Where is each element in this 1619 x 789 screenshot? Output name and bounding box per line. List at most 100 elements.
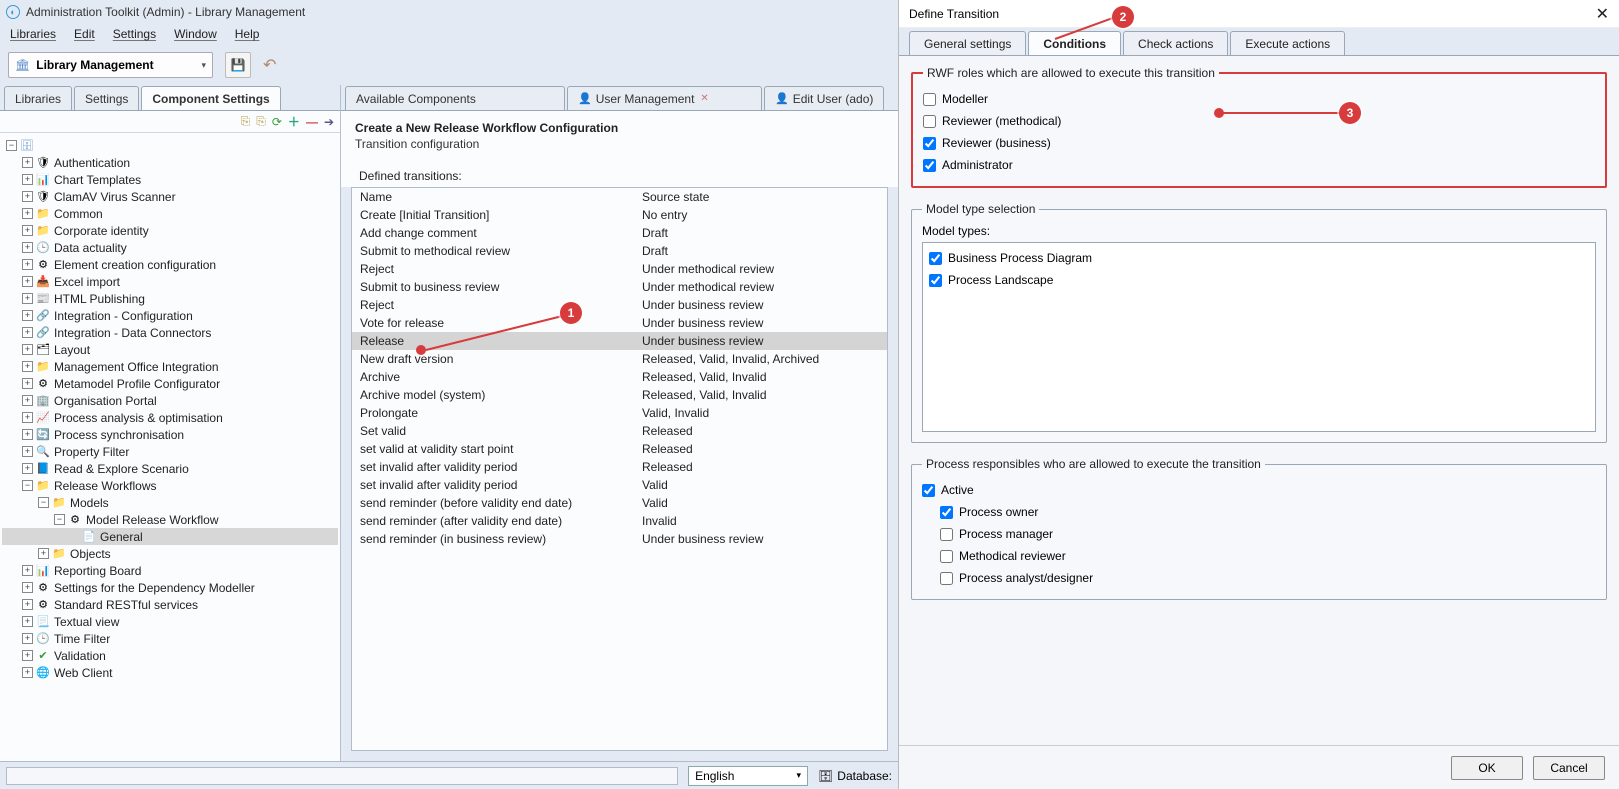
tree-item[interactable]: +Reporting Board <box>2 562 338 579</box>
tree-item[interactable]: +Excel import <box>2 273 338 290</box>
tree-item[interactable]: +Metamodel Profile Configurator <box>2 375 338 392</box>
tree-item[interactable]: General <box>2 528 338 545</box>
tab-settings[interactable]: Settings <box>74 86 139 110</box>
expander-icon[interactable]: + <box>22 293 33 304</box>
menu-window[interactable]: Window <box>174 27 217 41</box>
tree-item[interactable]: +Standard RESTful services <box>2 596 338 613</box>
tree-item[interactable]: +Common <box>2 205 338 222</box>
expander-icon[interactable]: − <box>54 514 65 525</box>
tree-item[interactable]: +Integration - Configuration <box>2 307 338 324</box>
menu-edit[interactable]: Edit <box>74 27 95 41</box>
settings-tree[interactable]: − 🗄 +Authentication+Chart Templates+Clam… <box>0 133 340 761</box>
expander-icon[interactable]: + <box>22 565 33 576</box>
table-row[interactable]: Add change commentDraft <box>352 224 887 242</box>
expander-icon[interactable]: + <box>22 429 33 440</box>
expander-icon[interactable]: + <box>22 412 33 423</box>
expander-icon[interactable]: + <box>22 599 33 610</box>
undo-button[interactable]: ↶ <box>263 55 276 75</box>
table-row[interactable]: Create [Initial Transition]No entry <box>352 206 887 224</box>
expander-icon[interactable]: + <box>22 242 33 253</box>
tab-available-components[interactable]: Available Components <box>345 86 565 110</box>
tree-item[interactable]: −Model Release Workflow <box>2 511 338 528</box>
chk-process-manager[interactable]: Process manager <box>940 523 1596 545</box>
library-dropdown[interactable]: 🏛 Library Management ▾ <box>8 52 213 78</box>
tree-item[interactable]: +Read & Explore Scenario <box>2 460 338 477</box>
transitions-table[interactable]: Name Source state Create [Initial Transi… <box>351 187 888 751</box>
table-row[interactable]: send reminder (in business review)Under … <box>352 530 887 548</box>
expander-icon[interactable]: − <box>22 480 33 491</box>
menu-libraries[interactable]: Libraries <box>10 27 56 41</box>
remove-icon[interactable]: — <box>306 115 318 129</box>
expander-icon[interactable]: + <box>22 395 33 406</box>
expander-icon[interactable]: + <box>22 344 33 355</box>
tree-item[interactable]: +Corporate identity <box>2 222 338 239</box>
tree-tool-icon[interactable]: ⎘ <box>241 114 251 129</box>
tab-libraries[interactable]: Libraries <box>4 86 72 110</box>
expander-icon[interactable]: − <box>38 497 49 508</box>
table-row[interactable]: Vote for releaseUnder business review <box>352 314 887 332</box>
tab-conditions[interactable]: Conditions <box>1028 31 1121 55</box>
tree-item[interactable]: +Chart Templates <box>2 171 338 188</box>
tree-item[interactable]: +Integration - Data Connectors <box>2 324 338 341</box>
tree-item[interactable]: +Property Filter <box>2 443 338 460</box>
expander-icon[interactable]: + <box>22 378 33 389</box>
expander-icon[interactable]: + <box>22 616 33 627</box>
expander-icon[interactable]: + <box>22 667 33 678</box>
tree-item[interactable]: +Validation <box>2 647 338 664</box>
expander-icon[interactable]: + <box>22 327 33 338</box>
chk-process-analyst[interactable]: Process analyst/designer <box>940 567 1596 589</box>
expander-icon[interactable]: + <box>22 259 33 270</box>
table-row[interactable]: Archive model (system)Released, Valid, I… <box>352 386 887 404</box>
table-row[interactable]: RejectUnder business review <box>352 296 887 314</box>
table-row[interactable]: Submit to methodical reviewDraft <box>352 242 887 260</box>
menu-settings[interactable]: Settings <box>113 27 156 41</box>
expander-icon[interactable]: + <box>38 548 49 559</box>
tab-general-settings[interactable]: General settings <box>909 31 1026 55</box>
tree-item[interactable]: +Data actuality <box>2 239 338 256</box>
tab-component-settings[interactable]: Component Settings <box>141 86 280 110</box>
refresh-icon[interactable]: ⟳ <box>272 115 282 129</box>
expander-icon[interactable]: + <box>22 310 33 321</box>
close-icon[interactable]: ✕ <box>700 93 708 104</box>
tree-item[interactable]: +Process analysis & optimisation <box>2 409 338 426</box>
expander-icon[interactable]: + <box>22 208 33 219</box>
close-icon[interactable]: ✕ <box>1596 4 1609 24</box>
table-row[interactable]: New draft versionReleased, Valid, Invali… <box>352 350 887 368</box>
chk-process-landscape[interactable]: Process Landscape <box>929 269 1589 291</box>
tree-item[interactable]: +HTML Publishing <box>2 290 338 307</box>
table-row[interactable]: ArchiveReleased, Valid, Invalid <box>352 368 887 386</box>
tree-item[interactable]: +Authentication <box>2 154 338 171</box>
expander-icon[interactable]: + <box>22 650 33 661</box>
expander-icon[interactable]: + <box>22 276 33 287</box>
expander-icon[interactable]: + <box>22 463 33 474</box>
move-icon[interactable]: ➔ <box>324 115 334 129</box>
tree-item[interactable]: −Release Workflows <box>2 477 338 494</box>
tab-check-actions[interactable]: Check actions <box>1123 31 1228 55</box>
tree-tool-icon[interactable]: ⎘ <box>256 114 266 129</box>
model-types-list[interactable]: Business Process Diagram Process Landsca… <box>922 242 1596 432</box>
chk-modeller[interactable]: Modeller <box>923 88 1595 110</box>
tab-edit-user[interactable]: Edit User (ado) <box>764 86 884 110</box>
save-button[interactable]: 💾 <box>225 52 251 78</box>
chk-administrator[interactable]: Administrator <box>923 154 1595 176</box>
tree-root[interactable]: − 🗄 <box>2 137 338 154</box>
tree-item[interactable]: +ClamAV Virus Scanner <box>2 188 338 205</box>
table-row[interactable]: set invalid after validity periodRelease… <box>352 458 887 476</box>
table-row[interactable]: send reminder (after validity end date)I… <box>352 512 887 530</box>
tree-item[interactable]: +Settings for the Dependency Modeller <box>2 579 338 596</box>
tab-execute-actions[interactable]: Execute actions <box>1230 31 1345 55</box>
expander-icon[interactable]: + <box>22 174 33 185</box>
expander-icon[interactable]: + <box>22 157 33 168</box>
chk-business-process-diagram[interactable]: Business Process Diagram <box>929 247 1589 269</box>
tree-item[interactable]: +Process synchronisation <box>2 426 338 443</box>
expander-icon[interactable]: + <box>22 446 33 457</box>
tree-item[interactable]: +Element creation configuration <box>2 256 338 273</box>
menu-help[interactable]: Help <box>235 27 260 41</box>
chk-methodical-reviewer[interactable]: Methodical reviewer <box>940 545 1596 567</box>
expander-icon[interactable]: + <box>22 633 33 644</box>
tree-item[interactable]: +Web Client <box>2 664 338 681</box>
add-icon[interactable]: ＋ <box>288 113 300 130</box>
chk-process-owner[interactable]: Process owner <box>940 501 1596 523</box>
tree-item[interactable]: +Time Filter <box>2 630 338 647</box>
table-row[interactable]: Set validReleased <box>352 422 887 440</box>
